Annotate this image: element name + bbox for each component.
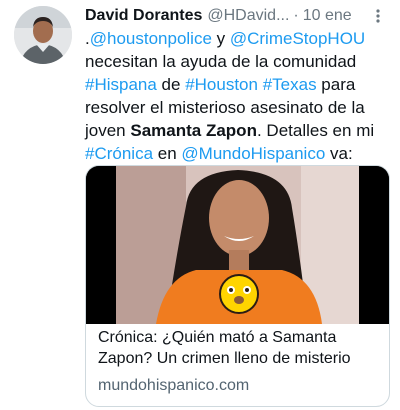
text-segment-3: . Detalles en mi — [256, 121, 375, 140]
avatar[interactable] — [14, 6, 72, 64]
hashtag-cronica[interactable]: #Crónica — [85, 144, 153, 163]
mention-crimestophou[interactable]: @CrimeStopHOU — [230, 29, 365, 48]
card-image[interactable] — [86, 166, 389, 324]
text-de: de — [156, 75, 186, 94]
author-handle[interactable]: @HDavid... — [207, 6, 289, 26]
tweet-header: David Dorantes @HDavid... · 10 ene — [85, 6, 388, 26]
text-segment-4: va: — [325, 144, 353, 163]
hashtag-texas[interactable]: #Texas — [263, 75, 317, 94]
tweet[interactable]: David Dorantes @HDavid... · 10 ene .@hou… — [0, 0, 400, 410]
link-preview-card[interactable]: Crónica: ¿Quién mató a Samanta Zapon? Un… — [85, 165, 390, 407]
vertical-dots-icon[interactable] — [370, 6, 386, 26]
text-y: y — [211, 29, 230, 48]
victim-name: Samanta Zapon — [130, 121, 257, 140]
hashtag-hispana[interactable]: #Hispana — [85, 75, 157, 94]
tweet-date[interactable]: 10 ene — [303, 6, 352, 26]
text-en: en — [153, 144, 182, 163]
hashtag-houston[interactable]: #Houston — [185, 75, 258, 94]
mention-mundohispanico[interactable]: @MundoHispanico — [181, 144, 325, 163]
author-name[interactable]: David Dorantes — [85, 6, 202, 26]
avatar-image — [14, 6, 72, 64]
card-title[interactable]: Crónica: ¿Quién mató a Samanta Zapon? Un… — [98, 327, 383, 369]
card-domain[interactable]: mundohispanico.com — [98, 376, 249, 396]
header-separator: · — [293, 7, 299, 24]
tweet-text: .@houstonpolice y @CrimeStopHOU necesita… — [85, 27, 390, 165]
text-segment-1: necesitan la ayuda de la comunidad — [85, 52, 357, 71]
mention-houstonpolice[interactable]: @houstonpolice — [90, 29, 212, 48]
